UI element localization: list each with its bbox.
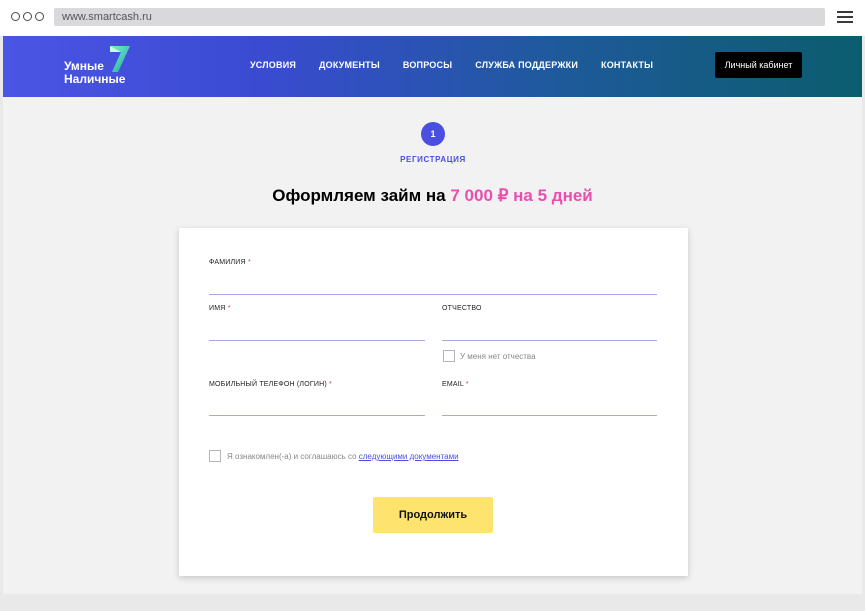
continue-button[interactable]: Продолжить [373,497,493,533]
agree-checkbox[interactable] [209,450,221,462]
nav-contacts[interactable]: КОНТАКТЫ [601,60,653,70]
window-dot-icon[interactable] [11,12,20,21]
step-number: 1 [421,122,445,146]
email-input[interactable] [442,400,657,416]
no-patronymic-checkbox[interactable] [443,350,455,362]
email-label: EMAIL * [442,381,469,388]
nav-support[interactable]: СЛУЖБА ПОДДЕРЖКИ [475,60,578,70]
window-controls [11,12,44,21]
nav-documents[interactable]: ДОКУМЕНТЫ [319,60,380,70]
hamburger-menu-icon[interactable] [837,11,853,23]
window-dot-icon[interactable] [23,12,32,21]
step-label: РЕГИСТРАЦИЯ [400,155,466,164]
page-title: Оформляем займ на 7 000 ₽ на 5 дней [3,186,862,206]
browser-chrome: www.smartcash.ru [0,0,865,36]
no-patronymic-label[interactable]: У меня нет отчества [460,352,536,361]
surname-input[interactable] [209,279,657,295]
phone-label: МОБИЛЬНЫЙ ТЕЛЕФОН (ЛОГИН) * [209,381,332,388]
site-header: Умные Наличные УСЛОВИЯ ДОКУМЕНТЫ ВОПРОСЫ… [3,36,862,97]
window-dot-icon[interactable] [35,12,44,21]
main-nav: УСЛОВИЯ ДОКУМЕНТЫ ВОПРОСЫ СЛУЖБА ПОДДЕРЖ… [250,60,653,70]
nav-conditions[interactable]: УСЛОВИЯ [250,60,296,70]
logo-line-2: Наличные [64,72,126,86]
name-label: ИМЯ * [209,305,231,312]
nav-questions[interactable]: ВОПРОСЫ [403,60,452,70]
registration-form: ФАМИЛИЯ * ИМЯ * ОТЧЕСТВО У меня нет отче… [179,228,688,576]
logo[interactable]: Умные Наличные [64,46,144,86]
surname-label: ФАМИЛИЯ * [209,259,251,266]
logo-arrow-icon [110,46,130,72]
patronymic-label: ОТЧЕСТВО [442,305,482,312]
name-input[interactable] [209,325,425,341]
title-amount: 7 000 ₽ на 5 дней [450,186,593,205]
patronymic-input[interactable] [442,325,657,341]
address-bar[interactable]: www.smartcash.ru [54,8,825,26]
agree-label: Я ознакомлен(-а) и соглашаюсь со следующ… [227,452,459,461]
documents-link[interactable]: следующими документами [359,452,459,461]
account-button[interactable]: Личный кабинет [715,52,802,78]
title-prefix: Оформляем займ на [272,186,451,205]
page-viewport: Умные Наличные УСЛОВИЯ ДОКУМЕНТЫ ВОПРОСЫ… [3,36,862,594]
phone-input[interactable] [209,400,425,416]
